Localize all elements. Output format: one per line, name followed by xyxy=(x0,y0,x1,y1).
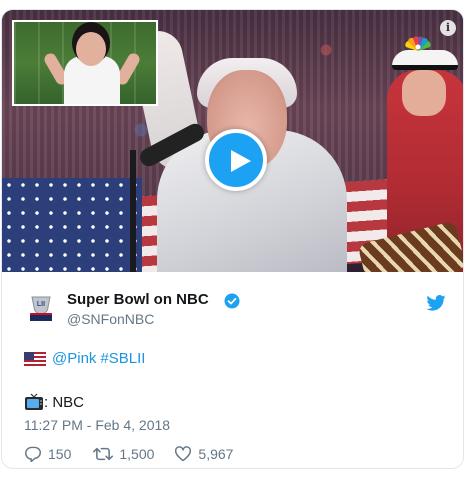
tweet-timestamp[interactable]: 11:27 PM - Feb 4, 2018 xyxy=(24,417,170,433)
author-name[interactable]: Super Bowl on NBC xyxy=(67,291,209,308)
info-icon[interactable]: i xyxy=(440,20,456,36)
retweet-count: 1,500 xyxy=(119,446,155,462)
author-handle[interactable]: @SNFonNBC xyxy=(67,311,154,327)
reply-icon xyxy=(24,446,42,462)
tweet-text-line-1: @Pink #SBLII xyxy=(24,350,145,367)
play-button[interactable] xyxy=(205,129,267,191)
nbc-peacock-icon xyxy=(405,36,431,51)
video-player[interactable]: i xyxy=(2,10,463,272)
microphone-stand xyxy=(130,150,136,272)
tweet-text-line-2: : NBC xyxy=(24,393,84,411)
television-icon xyxy=(25,393,43,410)
sign-language-inset xyxy=(12,20,158,106)
reply-button[interactable]: 150 xyxy=(24,446,71,462)
like-button[interactable]: 5,967 xyxy=(174,446,233,462)
like-count: 5,967 xyxy=(198,446,234,462)
marine-face xyxy=(402,70,446,116)
verified-badge-icon xyxy=(224,293,240,309)
heart-icon xyxy=(175,446,192,462)
play-icon xyxy=(231,150,251,172)
tweet-network-text: : NBC xyxy=(44,393,85,411)
super-bowl-lii-logo[interactable]: LII xyxy=(24,291,58,325)
marine-cap xyxy=(392,50,458,70)
retweet-icon xyxy=(93,447,114,461)
us-flag-icon xyxy=(24,351,46,366)
mention-link[interactable]: @Pink xyxy=(52,350,96,367)
svg-text:LII: LII xyxy=(37,301,45,308)
tweet-card: i LII Super Bowl on NBC @SNFonNBC @Pink xyxy=(1,9,464,469)
reply-count: 150 xyxy=(48,446,72,462)
retweet-button[interactable]: 1,500 xyxy=(93,446,154,462)
inset-head xyxy=(76,32,106,66)
flag-stars xyxy=(2,178,142,272)
tweet-actions: 150 1,500 5,967 xyxy=(24,446,233,462)
twitter-bird-icon[interactable] xyxy=(426,295,446,311)
hashtag-link[interactable]: #SBLII xyxy=(100,350,145,367)
